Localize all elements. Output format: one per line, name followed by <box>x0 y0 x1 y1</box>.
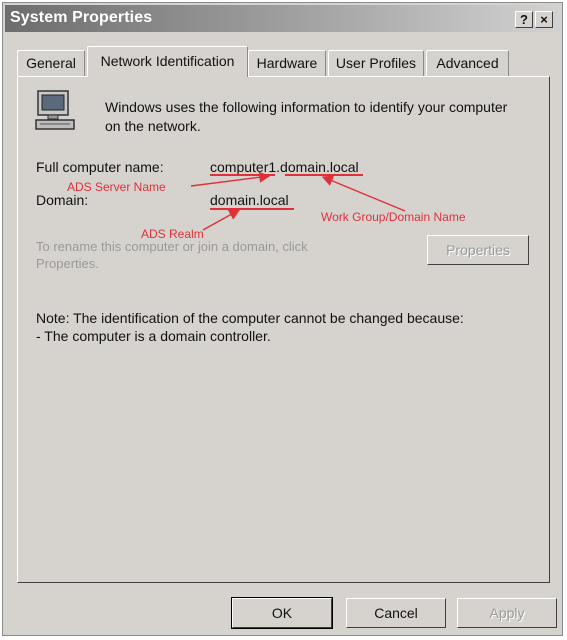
help-button[interactable]: ? <box>515 11 533 28</box>
properties-button[interactable]: Properties <box>427 235 529 265</box>
system-properties-window: System Properties ? × General Network Id… <box>2 2 563 636</box>
tab-user-profiles[interactable]: User Profiles <box>328 50 424 76</box>
tab-general[interactable]: General <box>17 50 85 76</box>
intro-text-line1: Windows uses the following information t… <box>105 99 508 115</box>
annotation-workgroup-domain-name: Work Group/Domain Name <box>321 210 466 224</box>
annotation-ads-realm: ADS Realm <box>141 227 204 241</box>
tab-advanced[interactable]: Advanced <box>426 50 509 76</box>
title-bar[interactable]: System Properties ? × <box>5 5 560 32</box>
close-button[interactable]: × <box>535 11 553 28</box>
computer-icon <box>35 90 75 130</box>
rename-text-line2: Properties. <box>36 256 99 271</box>
domain-value: domain.local <box>210 192 289 208</box>
full-name-value: computer1.domain.local <box>210 158 359 176</box>
intro-text-line2: on the network. <box>105 118 201 134</box>
apply-button[interactable]: Apply <box>457 598 557 628</box>
annotation-ads-server-name: ADS Server Name <box>67 180 166 194</box>
ok-button[interactable]: OK <box>231 597 333 629</box>
tab-network-identification[interactable]: Network Identification <box>87 46 248 77</box>
note-line1: Note: The identification of the computer… <box>36 310 464 326</box>
full-name-label: Full computer name: <box>36 159 164 175</box>
note-line2: - The computer is a domain controller. <box>36 328 271 344</box>
tab-hardware[interactable]: Hardware <box>248 50 326 76</box>
window-title: System Properties <box>10 9 153 26</box>
full-name-domain: .domain.local <box>276 159 359 175</box>
cancel-button[interactable]: Cancel <box>346 598 446 628</box>
full-name-host: computer1 <box>210 159 277 175</box>
